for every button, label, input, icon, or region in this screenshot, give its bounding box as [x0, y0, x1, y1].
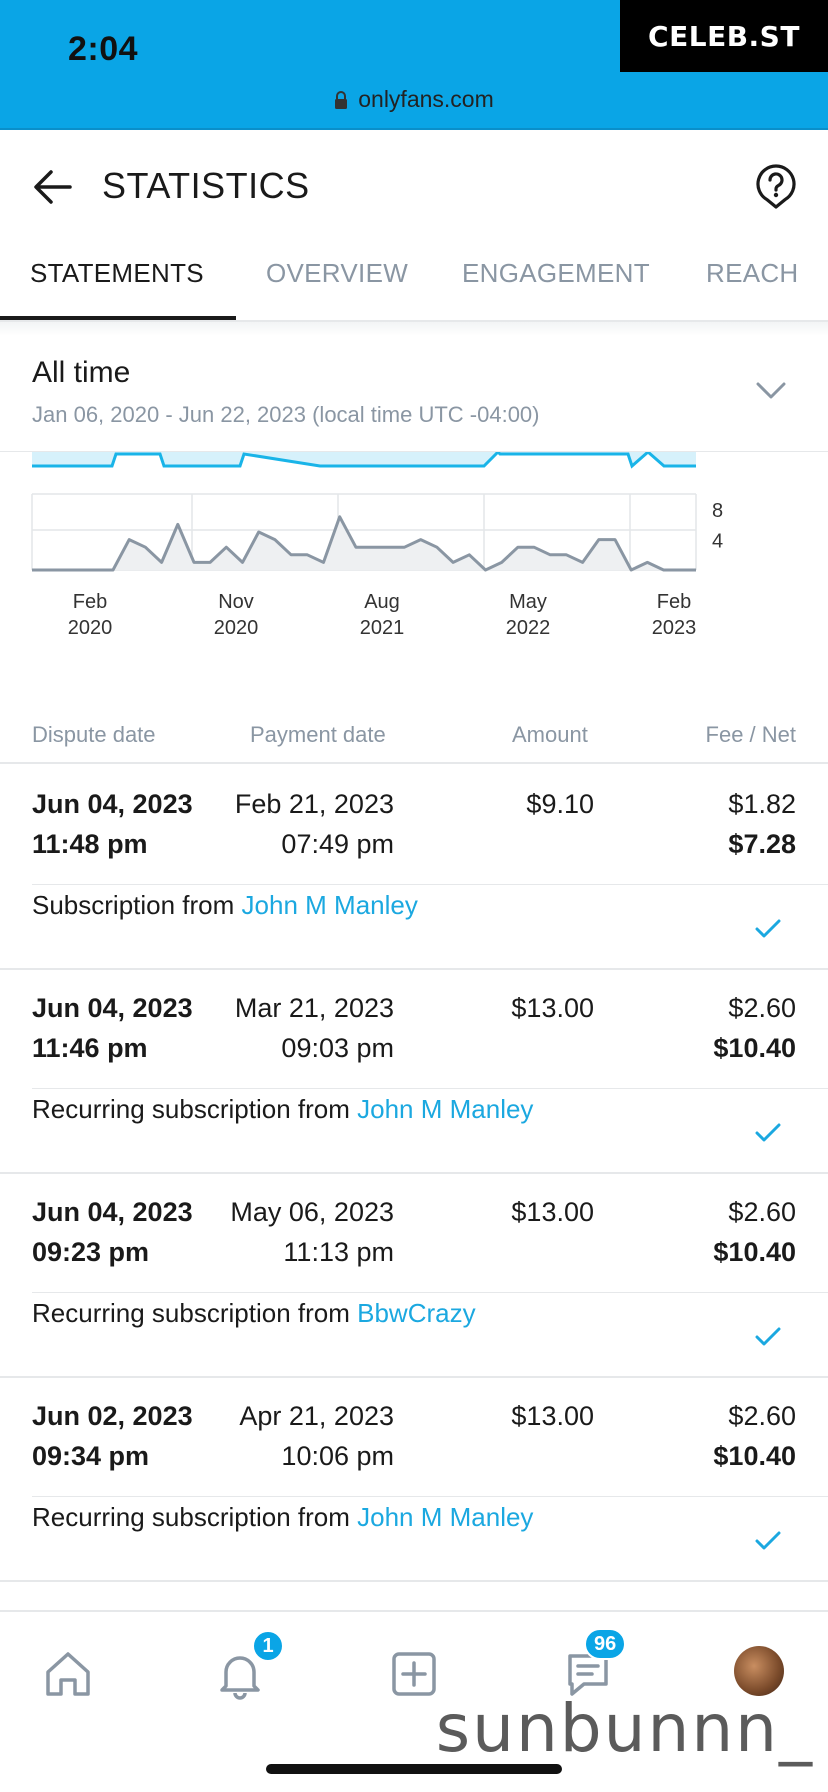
dispute-date: Jun 04, 2023: [32, 1197, 193, 1227]
notifications-badge: 1: [252, 1630, 284, 1662]
y-tick-label: 4: [712, 531, 723, 553]
add-post-icon[interactable]: [386, 1646, 442, 1702]
earnings-chart: 8 4 Feb 2020 Nov 2020 Aug 2021 May 2022 Feb 2023: [0, 449, 828, 652]
check-icon: [754, 918, 782, 940]
row-divider: [32, 884, 828, 885]
dispute-time: 09:34 pm: [32, 1441, 150, 1471]
period-range: Jan 06, 2020 - Jun 22, 2023 (local time …: [32, 402, 540, 427]
lock-icon: [334, 90, 348, 109]
column-dispute-date: Dispute date: [32, 722, 156, 747]
payment-time: 11:13 pm: [283, 1237, 394, 1267]
x-tick-label: 2020: [68, 617, 113, 639]
help-icon[interactable]: [754, 162, 798, 210]
y-tick-label: 8: [712, 500, 723, 522]
table-row[interactable]: Jun 04, 2023 11:48 pm Feb 21, 2023 07:49 pm…: [0, 766, 828, 970]
fee: $2.60: [728, 993, 796, 1023]
x-tick-label: Nov: [218, 591, 254, 613]
net: $10.40: [713, 1441, 796, 1471]
payment-date: Apr 21, 2023: [239, 1401, 394, 1431]
user-link[interactable]: John M Manley: [357, 1502, 533, 1532]
column-payment-date: Payment date: [250, 722, 386, 747]
x-tick-label: Feb: [657, 591, 691, 613]
payment-time: 10:06 pm: [281, 1441, 394, 1471]
chart-svg: 8 4 Feb 2020 Nov 2020 Aug 2021 May 2022 Feb 2023: [31, 449, 723, 639]
fee: $1.82: [728, 789, 796, 819]
tab-shadow: [0, 322, 828, 336]
chevron-down-icon[interactable]: [754, 378, 788, 402]
dispute-time: 11:48 pm: [32, 829, 148, 859]
watermark-text: sunbunnn_: [435, 1690, 814, 1767]
check-icon: [754, 1530, 782, 1552]
transaction-description: Subscription from John M Manley: [32, 890, 418, 921]
url-bar[interactable]: onlyfans.com: [0, 86, 828, 113]
amount: $13.00: [511, 1401, 594, 1431]
period-title: All time: [32, 356, 131, 389]
row-divider: [32, 1088, 828, 1089]
user-link[interactable]: John M Manley: [242, 890, 418, 920]
check-icon: [754, 1326, 782, 1348]
brand-watermark: CELEB.ST: [620, 0, 828, 72]
x-tick-label: 2023: [652, 617, 697, 639]
payment-date: Mar 21, 2023: [234, 993, 394, 1023]
home-icon[interactable]: [40, 1646, 96, 1702]
user-link[interactable]: John M Manley: [357, 1094, 533, 1124]
description-prefix: Recurring subscription from: [32, 1298, 350, 1328]
fee: $2.60: [728, 1197, 796, 1227]
back-arrow-icon[interactable]: [32, 166, 74, 208]
column-fee-net: Fee / Net: [705, 722, 796, 747]
transaction-description: Recurring subscription from BbwCrazy: [32, 1298, 476, 1329]
table-header: Dispute date Payment date Amount Fee / N…: [0, 716, 828, 764]
payment-date: Feb 21, 2023: [234, 789, 394, 819]
table-row[interactable]: Jun 04, 2023 09:23 pm May 06, 2023 11:13 pm…: [0, 1174, 828, 1378]
x-tick-label: 2022: [506, 617, 551, 639]
x-tick-label: 2021: [360, 617, 405, 639]
dispute-time: 09:23 pm: [32, 1237, 150, 1267]
page-title: STATISTICS: [102, 165, 310, 206]
status-time: 2:04: [68, 30, 139, 68]
period-selector[interactable]: All time Jan 06, 2020 - Jun 22, 2023 (lo…: [0, 336, 828, 452]
home-indicator: [266, 1764, 562, 1774]
x-tick-label: 2020: [214, 617, 259, 639]
tab-engagement[interactable]: ENGAGEMENT: [462, 258, 650, 289]
row-divider: [32, 1292, 828, 1293]
x-tick-label: Feb: [73, 591, 107, 613]
table-row[interactable]: Jun 04, 2023 11:46 pm Mar 21, 2023 09:03 pm…: [0, 970, 828, 1174]
browser-bar: 2:04 CELEB.ST onlyfans.com: [0, 0, 828, 130]
transaction-description: Recurring subscription from John M Manle…: [32, 1502, 533, 1533]
table-row[interactable]: Jun 02, 2023 09:34 pm Apr 21, 2023 10:06 pm…: [0, 1378, 828, 1582]
dispute-date: Jun 02, 2023: [32, 1401, 193, 1431]
x-tick-label: Aug: [364, 591, 400, 613]
fee: $2.60: [728, 1401, 796, 1431]
x-tick-label: May: [509, 591, 547, 613]
net: $10.40: [713, 1033, 796, 1063]
payment-time: 07:49 pm: [281, 829, 394, 859]
amount: $13.00: [511, 1197, 594, 1227]
avatar[interactable]: [734, 1646, 784, 1696]
page-header: STATISTICS: [0, 132, 828, 240]
transaction-description: Recurring subscription from John M Manle…: [32, 1094, 533, 1125]
user-link[interactable]: BbwCrazy: [357, 1298, 475, 1328]
active-tab-indicator: [0, 316, 236, 320]
payment-time: 09:03 pm: [281, 1033, 394, 1063]
tab-reach[interactable]: REACH: [706, 258, 799, 289]
url-text: onlyfans.com: [358, 86, 494, 112]
amount: $13.00: [511, 993, 594, 1023]
messages-badge: 96: [584, 1628, 627, 1660]
dispute-date: Jun 04, 2023: [32, 993, 193, 1023]
dispute-date: Jun 04, 2023: [32, 789, 193, 819]
row-divider: [32, 1496, 828, 1497]
tab-bar: STATEMENTS OVERVIEW ENGAGEMENT REACH: [0, 240, 828, 322]
column-amount: Amount: [512, 722, 588, 747]
check-icon: [754, 1122, 782, 1144]
tab-overview[interactable]: OVERVIEW: [266, 258, 408, 289]
amount: $9.10: [526, 789, 594, 819]
net: $7.28: [728, 829, 796, 859]
dispute-time: 11:46 pm: [32, 1033, 148, 1063]
description-prefix: Recurring subscription from: [32, 1502, 350, 1532]
tab-statements[interactable]: STATEMENTS: [30, 258, 204, 289]
description-prefix: Subscription from: [32, 890, 235, 920]
payment-date: May 06, 2023: [230, 1197, 394, 1227]
net: $10.40: [713, 1237, 796, 1267]
description-prefix: Recurring subscription from: [32, 1094, 350, 1124]
